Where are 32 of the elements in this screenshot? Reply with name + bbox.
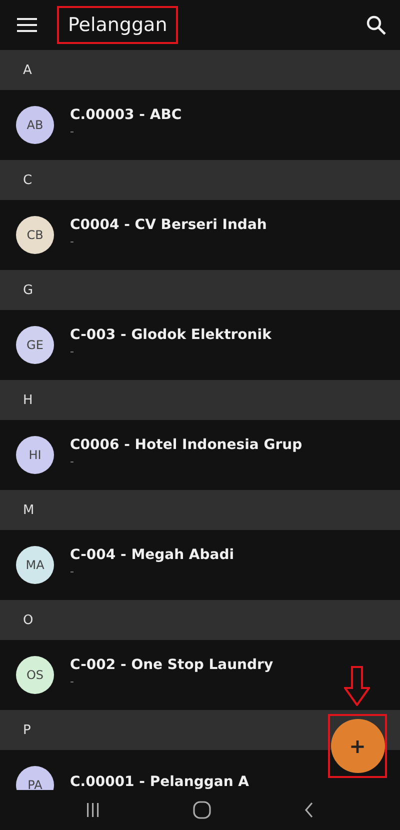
customer-subtitle: - xyxy=(70,234,75,248)
customer-subtitle: - xyxy=(70,674,75,688)
avatar: HI xyxy=(16,436,54,474)
customer-name: C-004 - Megah Abadi xyxy=(70,546,234,562)
customer-name: C-003 - Glodok Elektronik xyxy=(70,326,272,342)
home-icon[interactable] xyxy=(192,801,211,819)
section-header: H xyxy=(0,380,400,420)
avatar: CB xyxy=(16,216,54,254)
section-header: G xyxy=(0,270,400,310)
avatar: PA xyxy=(16,766,54,790)
avatar: AB xyxy=(16,106,54,144)
back-icon[interactable] xyxy=(304,802,314,818)
section-header: M xyxy=(0,490,400,530)
avatar: MA xyxy=(16,546,54,584)
customer-name: C0006 - Hotel Indonesia Grup xyxy=(70,436,302,452)
customer-subtitle: - xyxy=(70,454,75,468)
recent-apps-icon[interactable] xyxy=(86,802,100,818)
customer-name: C-002 - One Stop Laundry xyxy=(70,656,274,672)
section-header: A xyxy=(0,50,400,90)
customer-name: C.00003 - ABC xyxy=(70,106,182,122)
avatar: OS xyxy=(16,656,54,694)
customer-name: C.00001 - Pelanggan A xyxy=(70,774,249,790)
screen-title: Pelanggan xyxy=(68,14,168,36)
section-header: C xyxy=(0,160,400,200)
section-header: O xyxy=(0,600,400,640)
search-icon[interactable] xyxy=(366,15,386,35)
customer-subtitle: - xyxy=(70,564,75,578)
avatar: GE xyxy=(16,326,54,364)
customer-subtitle: - xyxy=(70,344,75,358)
menu-icon[interactable] xyxy=(17,17,37,33)
customer-name: C0004 - CV Berseri Indah xyxy=(70,216,267,232)
customer-subtitle: - xyxy=(70,124,75,138)
